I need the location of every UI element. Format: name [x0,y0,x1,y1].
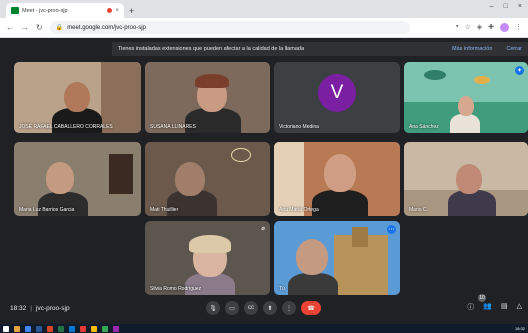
participant-name: Ana Sánchez [409,124,439,130]
meeting-info: 18:32 | jvc-proo-sjp [10,305,70,312]
extension-icons: ▪ ☆ ◈ ✚ ⋮ [456,23,522,32]
app-icon[interactable] [80,325,86,332]
menu-icon[interactable]: ⋮ [515,23,522,32]
tab-title: Meet - jvc-proo-sjp [22,7,68,14]
screen: Meet - jvc-proo-sjp × + – □ × ← → ↻ 🔒 me… [0,0,528,333]
forward-arrow-icon[interactable]: → [21,23,29,32]
window-controls: – □ × [484,0,528,13]
meet-favicon-icon [11,7,19,14]
profile-avatar-icon[interactable] [500,23,509,32]
excel-icon[interactable] [58,325,64,332]
participant-tile[interactable]: ✦ Ana Sánchez [404,62,528,133]
participant-tile[interactable]: Mati Thuillier [145,142,270,216]
recording-dot-icon [107,8,113,13]
more-options-icon[interactable]: ⋯ [387,225,396,234]
camera-toggle-icon[interactable]: ▭ [225,301,239,315]
minimize-button[interactable]: – [490,3,494,10]
call-controls: 🎙 ▭ cc ⬆ ⋮ ☎ [206,301,321,315]
participant-name: Mati Thuillier [150,207,179,213]
new-tab-button[interactable]: + [129,7,134,16]
meet-area: Tienes instaladas extensiones que pueden… [0,38,528,324]
app-icon[interactable] [91,325,97,332]
address-bar[interactable]: 🔒 meet.google.com/jvc-proo-sjp [49,21,410,34]
info-icon[interactable]: ⓘ [467,302,474,312]
extension-icon[interactable]: ◈ [477,23,482,32]
separator: | [30,304,32,312]
tab-close-icon[interactable]: × [115,8,119,14]
participant-tile[interactable]: ⋯ Tú [274,221,400,295]
camera-icon[interactable]: ▪ [456,23,458,32]
reload-icon[interactable]: ↻ [36,23,43,32]
meeting-code: jvc-proo-sjp [35,304,70,312]
meet-bottom-bar: 18:32 | jvc-proo-sjp 🎙 ▭ cc ⬆ ⋮ ☎ 10 ⓘ 👥… [0,292,528,324]
more-options-icon[interactable]: ⋮ [282,301,296,315]
close-window-button[interactable]: × [518,3,522,10]
participant-name: Maria Luz Barrios Garcia [19,207,75,213]
participant-count-badge: 10 [478,294,486,302]
banner-message: Tienes instaladas extensiones que pueden… [118,46,305,52]
side-controls: ⓘ 👥 ▤ △ [467,302,522,312]
participant-name: Mario C. [409,207,428,213]
extensions-banner: Tienes instaladas extensiones que pueden… [112,42,528,56]
hang-up-button[interactable]: ☎ [301,301,321,315]
edge-icon[interactable] [69,325,75,332]
meeting-time: 18:32 [10,304,27,312]
app-icon[interactable] [113,325,119,332]
microphone-icon[interactable]: 🎙 [206,301,220,315]
participant-name: Ana María Ortega [279,207,319,213]
mic-off-icon: ⌀ [261,226,265,232]
activities-icon[interactable]: △ [517,302,522,312]
pin-icon[interactable]: ✦ [515,66,524,75]
taskbar: 18:32 [0,324,528,333]
url-text: meet.google.com/jvc-proo-sjp [67,24,146,31]
banner-close-button[interactable]: Cerrar [506,46,522,52]
start-icon[interactable] [3,325,9,332]
chrome-icon[interactable] [25,325,31,332]
participant-name: JOSÉ RAFAEL CABALLERO CORRALES [19,124,113,130]
people-icon[interactable]: 👥 [483,302,492,312]
avatar: V [318,74,356,112]
participant-tile[interactable]: JOSÉ RAFAEL CABALLERO CORRALES [14,62,141,133]
participant-tile[interactable]: Maria Luz Barrios Garcia [14,142,141,216]
participant-tile[interactable]: V Victoriano Medina [274,62,400,133]
present-screen-icon[interactable]: ⬆ [263,301,277,315]
participant-tile[interactable]: Ana María Ortega [274,142,400,216]
word-icon[interactable] [36,325,42,332]
powerpoint-icon[interactable] [47,325,53,332]
star-icon[interactable]: ☆ [464,23,470,32]
chat-icon[interactable]: ▤ [501,302,508,312]
participant-name: SUSANA LLINARES [150,124,196,130]
participant-tile[interactable]: SUSANA LLINARES [145,62,270,133]
puzzle-icon[interactable]: ✚ [488,23,494,32]
captions-icon[interactable]: cc [244,301,258,315]
app-icon[interactable] [102,325,108,332]
more-info-link[interactable]: Más información [452,46,492,52]
folder-icon[interactable] [14,325,20,332]
browser-tab[interactable]: Meet - jvc-proo-sjp × [6,3,124,18]
tab-strip: Meet - jvc-proo-sjp × + – □ × [0,0,528,18]
participant-name: Victoriano Medina [279,124,319,130]
maximize-button[interactable]: □ [504,3,508,10]
taskbar-clock: 18:32 [514,326,525,331]
browser-toolbar: ← → ↻ 🔒 meet.google.com/jvc-proo-sjp ▪ ☆… [0,18,528,38]
back-arrow-icon[interactable]: ← [6,23,14,32]
participant-tile[interactable]: Mario C. [404,142,528,216]
lock-icon: 🔒 [55,25,64,31]
participant-tile[interactable]: ⌀ Silvia Romo Rodríguez [145,221,270,295]
